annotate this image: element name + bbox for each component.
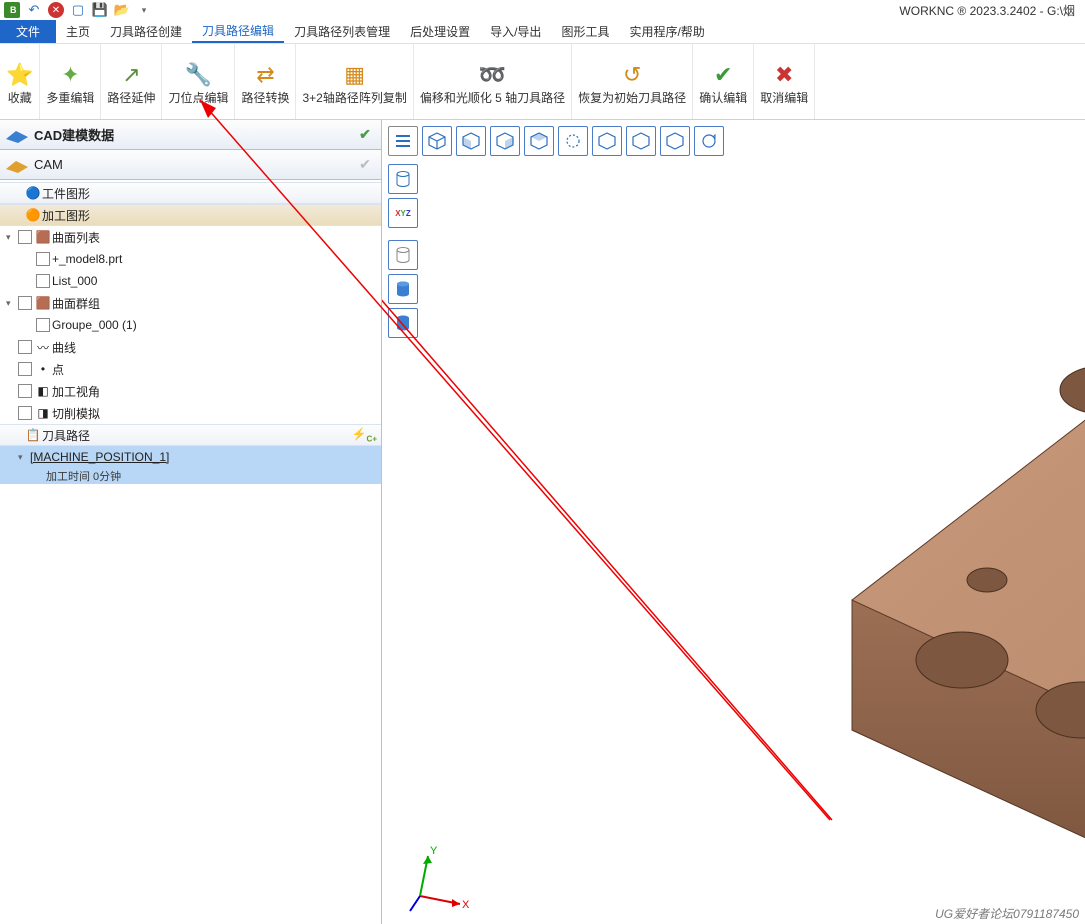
checkbox[interactable] [36, 274, 50, 288]
checkbox[interactable] [36, 318, 50, 332]
ribbon-offset-smooth[interactable]: ➿偏移和光顺化 5 轴刀具路径 [414, 44, 572, 119]
curve-icon: 〰 [34, 339, 52, 356]
view-right-icon[interactable] [490, 126, 520, 156]
ribbon-favorites[interactable]: ⭐收藏 [0, 44, 40, 119]
cylinder-wire-icon[interactable] [388, 164, 418, 194]
collapse-icon[interactable]: ▾ [18, 452, 30, 463]
cylinder-outline-icon[interactable] [388, 240, 418, 270]
checkbox[interactable] [36, 252, 50, 266]
panel-cam-header[interactable]: CAM ✔ [0, 150, 381, 180]
view-fit-icon[interactable] [558, 126, 588, 156]
tab-toolpath-edit[interactable]: 刀具路径编辑 [192, 20, 284, 43]
tree-section-workpiece[interactable]: 🔵 工件图形 [0, 182, 381, 204]
ribbon-path-convert[interactable]: ⇄路径转换 [235, 44, 296, 119]
xyz-icon[interactable]: XYZ [388, 198, 418, 228]
machining-icon: 🟠 [24, 208, 42, 222]
title-bar: B ↶ ✕ ▢ 💾 📂 ▾ WORKNC ® 2023.3.2402 - G:\… [0, 0, 1085, 20]
collapse-icon[interactable]: ▾ [6, 298, 18, 309]
tree-item-model8[interactable]: +_model8.prt [0, 248, 381, 270]
cutsim-icon: ◨ [34, 406, 52, 420]
watermark: UG爱好者论坛0791187450 [935, 905, 1079, 922]
collapse-icon[interactable]: ▾ [6, 232, 18, 243]
viewport[interactable]: XYZ [382, 120, 1085, 924]
tab-postprocess[interactable]: 后处理设置 [400, 20, 480, 43]
new-doc-icon[interactable]: ▢ [70, 2, 86, 18]
ribbon-restore[interactable]: ↺恢复为初始刀具路径 [572, 44, 693, 119]
open-icon[interactable]: 📂 [114, 2, 130, 18]
tree-cutsim[interactable]: ◨ 切削模拟 [0, 402, 381, 424]
view-top-icon[interactable] [524, 126, 554, 156]
tab-utilities[interactable]: 实用程序/帮助 [619, 20, 714, 43]
view-front-icon[interactable] [456, 126, 486, 156]
toolpath-icon: 📋 [24, 428, 42, 442]
app-logo-icon: B [4, 2, 20, 18]
tab-toolpath-list[interactable]: 刀具路径列表管理 [284, 20, 400, 43]
view-toolbar-top [388, 126, 724, 156]
cylinder-solid-icon[interactable] [388, 274, 418, 304]
file-menu[interactable]: 文件 [0, 20, 56, 43]
tree: 🔵 工件图形 🟠 加工图形 ▾ 🟫 曲面列表 +_model8.prt List… [0, 180, 381, 924]
quick-access-toolbar: B ↶ ✕ ▢ 💾 📂 ▾ [4, 2, 152, 18]
tree-item-groupe000[interactable]: Groupe_000 (1) [0, 314, 381, 336]
ribbon: ⭐收藏 ✦多重编辑 ↗路径延伸 🔧刀位点编辑 ⇄路径转换 ▦3+2轴路径阵列复制… [0, 44, 1085, 120]
view-back-icon[interactable] [592, 126, 622, 156]
tree-section-machining[interactable]: 🟠 加工图形 [0, 204, 381, 226]
view-toolbar-left: XYZ [388, 164, 418, 338]
tree-section-toolpath[interactable]: 📋 刀具路径 ⚡C+ [0, 424, 381, 446]
cad-icon [4, 125, 30, 145]
tree-viewangle[interactable]: ◧ 加工视角 [0, 380, 381, 402]
svg-text:Y: Y [430, 845, 438, 857]
checkbox[interactable] [18, 230, 32, 244]
view-iso-icon[interactable] [422, 126, 452, 156]
view-rotate-icon[interactable] [694, 126, 724, 156]
tree-point[interactable]: • 点 [0, 358, 381, 380]
cylinder-icon: 🔵 [24, 186, 42, 200]
save-icon[interactable]: 💾 [92, 2, 108, 18]
qat-dropdown-icon[interactable]: ▾ [136, 2, 152, 18]
tab-graphics[interactable]: 图形工具 [551, 20, 619, 43]
surface-icon: 🟫 [34, 296, 52, 310]
checkbox[interactable] [18, 384, 32, 398]
tree-surface-group[interactable]: ▾ 🟫 曲面群组 [0, 292, 381, 314]
tree-surface-list[interactable]: ▾ 🟫 曲面列表 [0, 226, 381, 248]
view-left-icon[interactable] [626, 126, 656, 156]
svg-text:X: X [462, 899, 470, 911]
bolt-icon: ⚡C+ [352, 427, 377, 443]
hamburger-icon[interactable] [388, 126, 418, 156]
surface-icon: 🟫 [34, 230, 52, 244]
close-doc-icon[interactable]: ✕ [48, 2, 64, 18]
tree-item-list000[interactable]: List_000 [0, 270, 381, 292]
ribbon-pt-edit[interactable]: 🔧刀位点编辑 [162, 44, 235, 119]
cam-icon [4, 155, 30, 175]
ribbon-confirm[interactable]: ✔确认编辑 [693, 44, 754, 119]
cylinder-solid2-icon[interactable] [388, 308, 418, 338]
tab-home[interactable]: 主页 [56, 20, 100, 43]
menu-bar: 文件 主页 刀具路径创建 刀具路径编辑 刀具路径列表管理 后处理设置 导入/导出… [0, 20, 1085, 44]
tab-toolpath-create[interactable]: 刀具路径创建 [100, 20, 192, 43]
checkbox[interactable] [18, 340, 32, 354]
ribbon-path-extend[interactable]: ↗路径延伸 [101, 44, 162, 119]
ribbon-multi-edit[interactable]: ✦多重编辑 [40, 44, 101, 119]
left-panel: CAD建模数据 ✔ CAM ✔ 🔵 工件图形 🟠 加工图形 ▾ 🟫 曲面列表 [0, 120, 382, 924]
check-icon: ✔ [353, 156, 377, 173]
panel-cad-header[interactable]: CAD建模数据 ✔ [0, 120, 381, 150]
checkbox[interactable] [18, 406, 32, 420]
tab-import-export[interactable]: 导入/导出 [480, 20, 551, 43]
tree-curve[interactable]: 〰 曲线 [0, 336, 381, 358]
check-icon: ✔ [353, 126, 377, 143]
ribbon-array-copy[interactable]: ▦3+2轴路径阵列复制 [296, 44, 413, 119]
checkbox[interactable] [18, 362, 32, 376]
tree-machine-position[interactable]: ▾ [MACHINE_POSITION_1] [0, 446, 381, 468]
main-area: CAD建模数据 ✔ CAM ✔ 🔵 工件图形 🟠 加工图形 ▾ 🟫 曲面列表 [0, 120, 1085, 924]
view-bottom-icon[interactable] [660, 126, 690, 156]
view-icon: ◧ [34, 384, 52, 398]
point-icon: • [34, 362, 52, 376]
checkbox[interactable] [18, 296, 32, 310]
3d-model: X Y Z [682, 230, 1085, 910]
ribbon-cancel[interactable]: ✖取消编辑 [754, 44, 815, 119]
undo-icon[interactable]: ↶ [26, 2, 42, 18]
window-title: WORKNC ® 2023.3.2402 - G:\烟 [152, 2, 1081, 19]
tree-machine-time: 加工时间 0分钟 [0, 468, 381, 484]
coord-triad: X Y [400, 836, 480, 916]
